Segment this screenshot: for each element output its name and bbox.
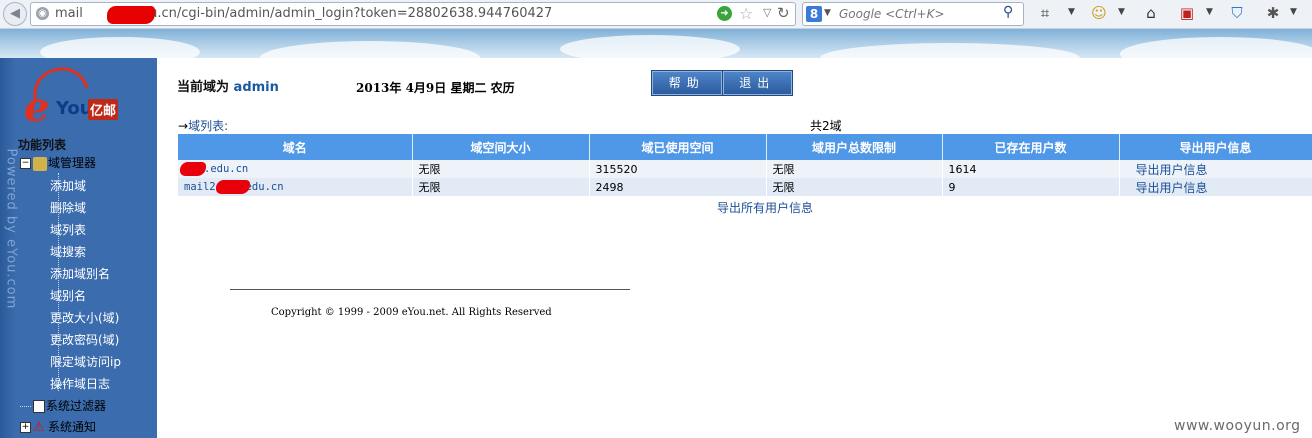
- table-row: mail2 edu.cn 无限 2498 无限 9 导出用户信息: [178, 178, 1312, 196]
- shield-icon[interactable]: ⛉: [1226, 4, 1248, 22]
- mosquito-icon[interactable]: ✱: [1262, 4, 1284, 22]
- chevron-down-icon[interactable]: ▽: [763, 6, 771, 19]
- column-header: 域名: [178, 134, 413, 160]
- sidebar: Powered by eYou.com e You 亿邮 功能列表 − 域管理器 …: [0, 58, 157, 438]
- column-header: 域用户总数限制: [766, 134, 943, 160]
- domain-users-cell: 9: [942, 178, 1120, 196]
- browser-toolbar: ◀ ◉ mail edu.cn/cgi-bin/admin/admin_login…: [0, 0, 1312, 29]
- watermark-text: www.wooyun.org: [1174, 418, 1301, 434]
- sidebar-item-domain-alias[interactable]: 域别名: [50, 285, 86, 307]
- menu-title: 功能列表: [18, 138, 67, 152]
- domain-list-title[interactable]: →域列表:: [178, 117, 228, 134]
- sidebar-item-add-domain[interactable]: 添加域: [50, 175, 86, 197]
- domain-used-cell: 2498: [589, 178, 767, 196]
- domain-count: 共2域: [810, 119, 842, 133]
- folder-gear-icon: [33, 156, 47, 171]
- copyright-text: Copyright © 1999 - 2009 eYou.net. All Ri…: [271, 307, 552, 318]
- sidebar-item-change-password[interactable]: 更改密码(域): [50, 329, 119, 351]
- domain-size-cell: 无限: [412, 178, 590, 196]
- column-header: 域已使用空间: [589, 134, 767, 160]
- sidebar-item-operation-log[interactable]: 操作域日志: [50, 373, 110, 395]
- help-button[interactable]: 帮助: [652, 71, 722, 95]
- home-icon[interactable]: ⌂: [1140, 4, 1162, 22]
- column-header: 已存在用户数: [942, 134, 1120, 160]
- redaction-mark: [216, 180, 250, 194]
- sidebar-item-change-size[interactable]: 更改大小(域): [50, 307, 119, 329]
- globe-icon: ◉: [36, 7, 49, 20]
- domain-name-link[interactable]: mail2 edu.cn: [178, 178, 413, 196]
- sidebar-item-domain-search[interactable]: 域搜索: [50, 241, 86, 263]
- chevron-down-icon[interactable]: ▼: [1068, 7, 1075, 17]
- domain-used-cell: 315520: [589, 160, 767, 178]
- eyou-logo: e You 亿邮: [20, 61, 138, 131]
- table-row: .edu.cn 无限 315520 无限 1614 导出用户信息: [178, 160, 1312, 178]
- export-users-link[interactable]: 导出用户信息: [1119, 160, 1312, 178]
- top-button-group: 帮助 退出: [651, 70, 793, 96]
- chevron-down-icon[interactable]: ▼: [824, 8, 831, 18]
- filter-icon: [33, 400, 45, 413]
- sky-banner: [0, 29, 1312, 58]
- address-bar[interactable]: ◉ mail edu.cn/cgi-bin/admin/admin_login?t…: [30, 2, 796, 26]
- reload-icon[interactable]: ↻: [777, 4, 790, 22]
- table-header-row: 域名 域空间大小 域已使用空间 域用户总数限制 已存在用户数 导出用户信息: [178, 134, 1312, 160]
- collapse-icon[interactable]: −: [20, 158, 31, 169]
- chevron-down-icon[interactable]: ▼: [1206, 7, 1213, 17]
- sidebar-item-domain-list[interactable]: 域列表: [50, 219, 86, 241]
- domain-users-cell: 1614: [942, 160, 1120, 178]
- screenshot-tool-icon[interactable]: ⌗: [1034, 4, 1056, 22]
- export-users-link[interactable]: 导出用户信息: [1119, 178, 1312, 196]
- domain-name-link[interactable]: .edu.cn: [178, 160, 413, 178]
- sidebar-item-delete-domain[interactable]: 删除域: [50, 197, 86, 219]
- chevron-down-icon[interactable]: ▼: [1118, 7, 1125, 17]
- exit-button[interactable]: 退出: [722, 71, 792, 95]
- search-input[interactable]: [837, 5, 1001, 23]
- date-display: 2013年 4月9日 星期二 农历: [356, 81, 515, 95]
- domain-user-limit-cell: 无限: [766, 160, 943, 178]
- search-icon[interactable]: ⚲: [1003, 4, 1013, 20]
- redaction-mark: [180, 162, 206, 176]
- bookmark-star-icon[interactable]: ☆: [739, 4, 753, 23]
- domain-table: 域名 域空间大小 域已使用空间 域用户总数限制 已存在用户数 导出用户信息 .e…: [178, 134, 1312, 196]
- tree-node-domain-manager[interactable]: − 域管理器: [20, 153, 96, 173]
- search-engine-icon[interactable]: 8: [806, 6, 822, 22]
- tree-node-system-notice[interactable]: + ⚠ 系统通知: [20, 417, 96, 437]
- domain-user-limit-cell: 无限: [766, 178, 943, 196]
- tree-node-system-filter[interactable]: 系统过滤器: [20, 396, 106, 416]
- export-all-users-link[interactable]: 导出所有用户信息: [717, 199, 813, 216]
- sidebar-item-add-alias[interactable]: 添加域别名: [50, 263, 110, 285]
- addon-icon[interactable]: ▣: [1176, 4, 1198, 22]
- sidebar-item-restrict-ip[interactable]: 限定域访问ip: [50, 351, 121, 373]
- column-header: 域空间大小: [412, 134, 590, 160]
- divider: [230, 289, 630, 290]
- powered-by-text: Powered by eYou.com: [3, 148, 19, 310]
- go-icon[interactable]: ➜: [717, 6, 732, 21]
- current-domain: 当前域为 admin: [177, 80, 279, 95]
- domain-size-cell: 无限: [412, 160, 590, 178]
- column-header: 导出用户信息: [1119, 134, 1312, 160]
- search-bar[interactable]: 8 ▼ ⚲: [802, 2, 1024, 26]
- smiley-icon[interactable]: ☺: [1088, 4, 1110, 22]
- back-button[interactable]: ◀: [3, 2, 27, 26]
- redaction-mark: [107, 6, 155, 24]
- expand-icon[interactable]: +: [20, 422, 31, 433]
- chevron-down-icon[interactable]: ▼: [1290, 7, 1297, 17]
- warning-icon: ⚠: [33, 419, 45, 435]
